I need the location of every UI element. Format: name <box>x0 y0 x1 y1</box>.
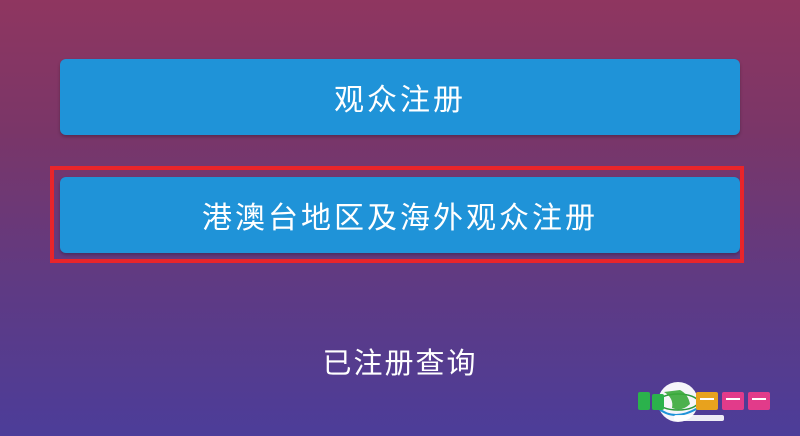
registration-screen: 观众注册 港澳台地区及海外观众注册 已注册查询 <box>0 0 800 436</box>
overseas-audience-registration-button[interactable]: 港澳台地区及海外观众注册 <box>60 177 740 253</box>
audience-registration-button[interactable]: 观众注册 <box>60 59 740 135</box>
zhongou-expo-logo <box>638 382 770 422</box>
registered-query-link[interactable]: 已注册查询 <box>0 340 800 382</box>
